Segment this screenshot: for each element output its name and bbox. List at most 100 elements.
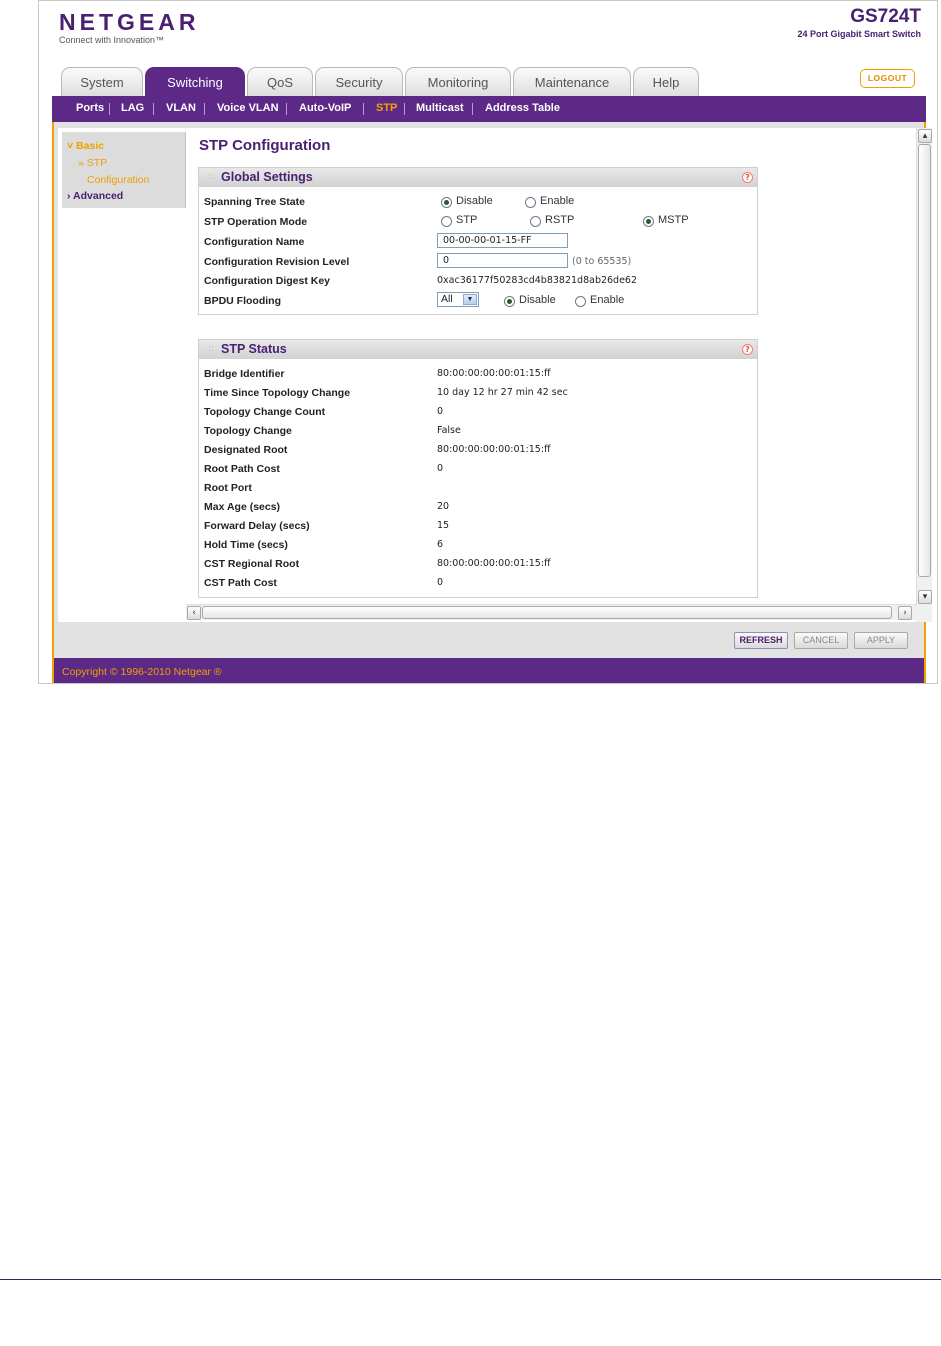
- status-row-value: 20: [437, 501, 450, 512]
- status-row-label: CST Path Cost: [204, 577, 277, 589]
- mode-mstp-label: MSTP: [658, 214, 689, 226]
- horizontal-scrollbar[interactable]: ‹ ›: [186, 604, 916, 620]
- mode-stp-radio[interactable]: [441, 216, 452, 227]
- status-row-label: Bridge Identifier: [204, 368, 285, 380]
- tab-security[interactable]: Security: [315, 67, 403, 96]
- status-row-value: 80:00:00:00:00:01:15:ff: [437, 368, 551, 379]
- leftnav-stp[interactable]: » STP: [78, 157, 107, 169]
- subnav-separator: [204, 103, 205, 115]
- scroll-left-icon[interactable]: ‹: [187, 606, 201, 620]
- tab-help[interactable]: Help: [633, 67, 699, 96]
- subnav-vlan[interactable]: VLAN: [166, 96, 196, 122]
- status-row-label: Forward Delay (secs): [204, 520, 310, 532]
- mode-rstp-radio[interactable]: [530, 216, 541, 227]
- footer: Copyright © 1996-2010 Netgear ®: [54, 658, 924, 683]
- scroll-down-icon[interactable]: ▾: [918, 590, 932, 604]
- scroll-right-icon[interactable]: ›: [898, 606, 912, 620]
- netgear-logo: NETGEAR Connect with Innovation™: [59, 9, 199, 45]
- subnav-ports[interactable]: Ports: [76, 96, 104, 122]
- tab-switching[interactable]: Switching: [145, 67, 245, 96]
- status-row-value: 10 day 12 hr 27 min 42 sec: [437, 387, 568, 398]
- bpdu-disable-label: Disable: [519, 294, 556, 306]
- body-area: ˅ Basic » STP Configuration › Advanced S…: [52, 122, 932, 683]
- spanning-tree-state-label: Spanning Tree State: [204, 196, 305, 208]
- status-row-label: Topology Change: [204, 425, 292, 437]
- status-row-value: 6: [437, 539, 444, 550]
- scroll-thumb[interactable]: [202, 606, 892, 619]
- subnav-separator: [472, 103, 473, 115]
- config-name-label: Configuration Name: [204, 236, 305, 248]
- subnav-separator: [109, 103, 110, 115]
- subnav-stp[interactable]: STP: [376, 96, 397, 122]
- status-row-value: 0: [437, 406, 444, 417]
- tab-system[interactable]: System: [61, 67, 143, 96]
- status-row-value: 80:00:00:00:00:01:15:ff: [437, 444, 551, 455]
- chevron-down-icon[interactable]: ▼: [463, 294, 477, 305]
- page-title: STP Configuration: [199, 137, 331, 154]
- apply-button[interactable]: APPLY: [854, 632, 908, 649]
- sub-navigation: Ports LAG VLAN Voice VLAN Auto-VoIP STP …: [52, 96, 926, 122]
- mode-mstp-radio[interactable]: [643, 216, 654, 227]
- panel-header: :: Global Settings ?: [199, 168, 757, 187]
- config-revision-range: (0 to 65535): [572, 256, 632, 267]
- status-row-label: Hold Time (secs): [204, 539, 288, 551]
- refresh-button[interactable]: REFRESH: [734, 632, 788, 649]
- help-icon[interactable]: ?: [742, 172, 753, 183]
- help-icon[interactable]: ?: [742, 344, 753, 355]
- model-name: GS724T: [850, 6, 921, 27]
- state-enable-radio[interactable]: [525, 197, 536, 208]
- leftnav-basic[interactable]: ˅ Basic: [67, 140, 104, 152]
- status-row-label: Time Since Topology Change: [204, 387, 351, 399]
- config-revision-label: Configuration Revision Level: [204, 256, 350, 268]
- panel-header: :: STP Status ?: [199, 340, 757, 359]
- cancel-button[interactable]: CANCEL: [794, 632, 848, 649]
- status-row-value: 0: [437, 463, 444, 474]
- scroll-thumb[interactable]: [918, 144, 931, 577]
- mode-stp-label: STP: [456, 214, 478, 226]
- status-row-label: Topology Change Count: [204, 406, 326, 418]
- config-name-input[interactable]: 00-00-00-01-15-FF: [437, 233, 568, 248]
- subnav-lag[interactable]: LAG: [121, 96, 144, 122]
- subnav-voice-vlan[interactable]: Voice VLAN: [217, 96, 279, 122]
- tab-qos[interactable]: QoS: [247, 67, 313, 96]
- vertical-scrollbar[interactable]: ▴ ▾: [916, 128, 932, 606]
- tab-maintenance[interactable]: Maintenance: [513, 67, 631, 96]
- operation-mode-label: STP Operation Mode: [204, 216, 308, 228]
- scroll-corner: [916, 606, 932, 622]
- bpdu-disable-radio[interactable]: [504, 296, 515, 307]
- logout-button[interactable]: LOGOUT: [860, 69, 915, 88]
- digest-key-label: Configuration Digest Key: [204, 275, 331, 287]
- config-revision-input[interactable]: 0: [437, 253, 568, 268]
- scroll-up-icon[interactable]: ▴: [918, 129, 932, 143]
- brand-tagline: Connect with Innovation™: [59, 35, 165, 45]
- status-row-label: Root Port: [204, 482, 252, 494]
- global-settings-panel: :: Global Settings ? Spanning Tree State…: [198, 167, 758, 315]
- model-description: 24 Port Gigabit Smart Switch: [797, 29, 921, 39]
- status-row-value: 15: [437, 520, 450, 531]
- subnav-multicast[interactable]: Multicast: [416, 96, 464, 122]
- panel-title: STP Status: [221, 342, 287, 356]
- subnav-separator: [363, 103, 364, 115]
- status-row-label: Max Age (secs): [204, 501, 281, 513]
- state-disable-radio[interactable]: [441, 197, 452, 208]
- bpdu-flooding-label: BPDU Flooding: [204, 295, 281, 307]
- bpdu-enable-label: Enable: [590, 294, 625, 306]
- stp-status-panel: :: STP Status ? Bridge Identifier 80:00:…: [198, 339, 758, 598]
- subnav-separator: [404, 103, 405, 115]
- subnav-address-table[interactable]: Address Table: [485, 96, 560, 122]
- status-row-value: 0: [437, 577, 444, 588]
- tab-monitoring[interactable]: Monitoring: [405, 67, 511, 96]
- model-info: GS724T 24 Port Gigabit Smart Switch: [797, 6, 921, 39]
- status-row-label: Root Path Cost: [204, 463, 280, 475]
- leftnav-stp-configuration[interactable]: Configuration: [87, 174, 149, 186]
- grip-icon: ::: [208, 172, 215, 182]
- bpdu-flooding-select[interactable]: All ▼: [437, 292, 479, 307]
- status-row-value: 80:00:00:00:00:01:15:ff: [437, 558, 551, 569]
- browser-frame: NETGEAR Connect with Innovation™ GS724T …: [38, 0, 938, 684]
- subnav-auto-voip[interactable]: Auto-VoIP: [299, 96, 351, 122]
- copyright-text: Copyright © 1996-2010 Netgear ®: [62, 666, 222, 678]
- leftnav-advanced[interactable]: › Advanced: [67, 190, 123, 202]
- bpdu-enable-radio[interactable]: [575, 296, 586, 307]
- state-disable-label: Disable: [456, 195, 493, 207]
- mode-rstp-label: RSTP: [545, 214, 575, 226]
